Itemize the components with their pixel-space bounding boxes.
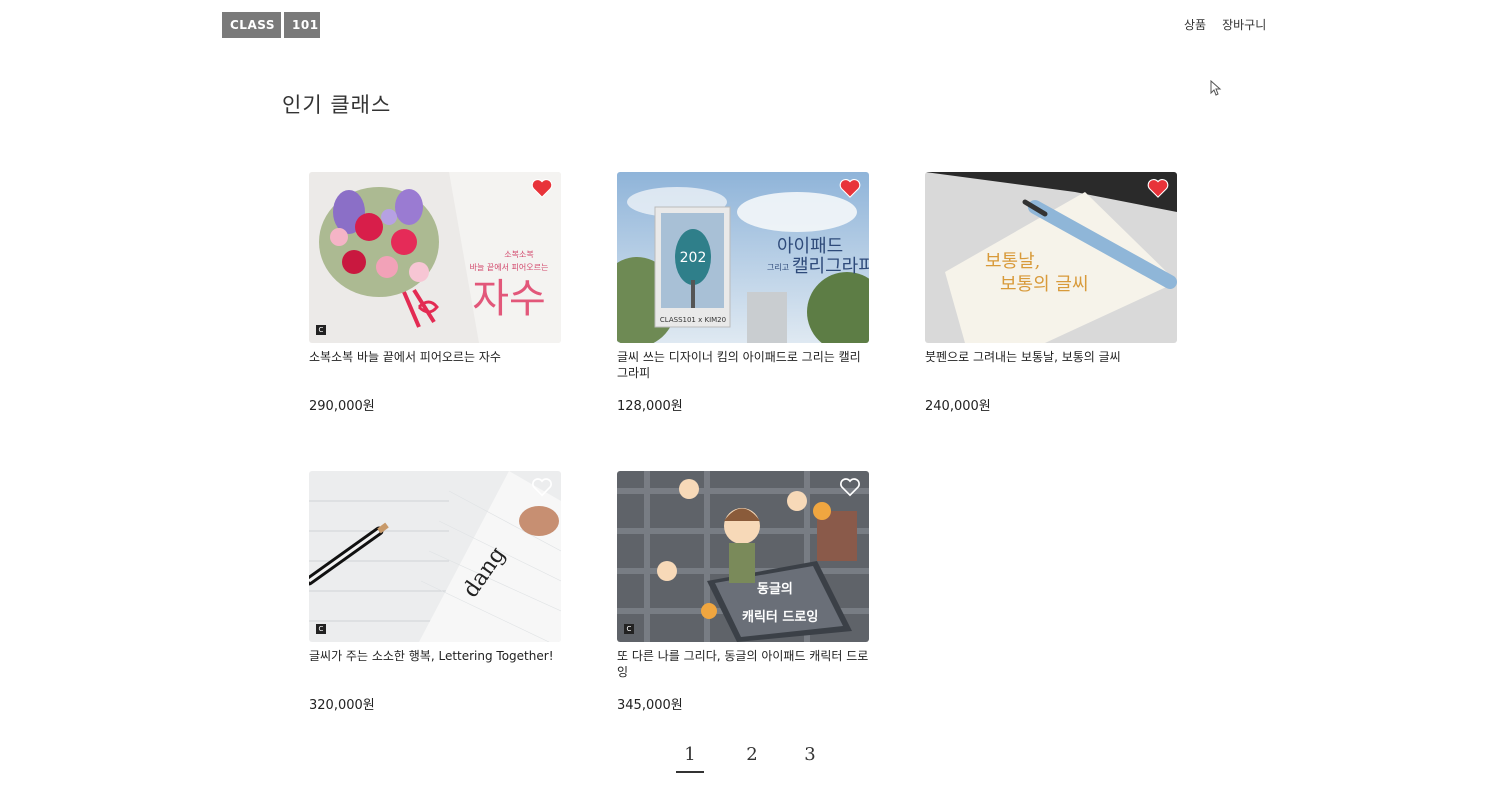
class-price: 240,000원: [925, 399, 991, 414]
ipad-calligraphy-image: 202 CLASS101 x KIM20 아이패드 그리고 캘리그라피: [617, 172, 869, 343]
svg-text:그리고: 그리고: [767, 263, 789, 272]
heart-filled-icon[interactable]: [531, 178, 553, 198]
brush-pen-image: 보통날, 보통의 글씨: [925, 172, 1177, 343]
class-card[interactable]: 동글의 캐릭터 드로잉 C 또 다른 나를 그리다, 동글의 아이패드 캐릭터 …: [617, 471, 869, 713]
class-title[interactable]: 또 다른 나를 그리다, 동글의 아이패드 캐릭터 드로잉: [617, 648, 869, 686]
svg-text:소복소복: 소복소복: [504, 250, 533, 259]
svg-text:아이패드: 아이패드: [777, 236, 843, 257]
character-drawing-image: 동글의 캐릭터 드로잉: [617, 471, 869, 642]
class-thumbnail[interactable]: 보통날, 보통의 글씨: [925, 172, 1177, 343]
mouse-cursor-icon: [1210, 80, 1222, 96]
class-thumbnail[interactable]: 202 CLASS101 x KIM20 아이패드 그리고 캘리그라피: [617, 172, 869, 343]
page-1-link[interactable]: 1: [676, 744, 704, 773]
nav-products-link[interactable]: 상품: [1184, 16, 1206, 33]
class-title[interactable]: 소복소복 바늘 끝에서 피어오르는 자수: [309, 349, 561, 387]
nav-cart-link[interactable]: 장바구니: [1222, 16, 1266, 33]
class-thumbnail[interactable]: 동글의 캐릭터 드로잉 C: [617, 471, 869, 642]
class-title[interactable]: 붓펜으로 그려내는 보통날, 보통의 글씨: [925, 349, 1177, 387]
class-card[interactable]: dang C 글씨가 주는 소소한 행복, Lettering Together…: [309, 471, 561, 713]
class-price: 345,000원: [617, 698, 683, 713]
svg-text:보통의 글씨: 보통의 글씨: [1000, 274, 1089, 295]
logo[interactable]: CLASS 101: [222, 12, 320, 38]
page-3-link[interactable]: 3: [800, 744, 820, 773]
embroidery-image: 소복소복 바늘 끝에서 피어오르는 자수: [309, 172, 561, 343]
heart-outline-icon[interactable]: [531, 477, 553, 497]
class101-badge-icon: C: [316, 325, 326, 335]
section-title: 인기 클래스: [282, 93, 392, 117]
svg-text:바늘 끝에서 피어오르는: 바늘 끝에서 피어오르는: [470, 262, 549, 272]
lettering-image: dang: [309, 471, 561, 642]
class-card[interactable]: 보통날, 보통의 글씨 붓펜으로 그려내는 보통날, 보통의 글씨 240,00…: [925, 172, 1177, 414]
svg-text:캘리그라피: 캘리그라피: [792, 256, 869, 277]
class-price: 128,000원: [617, 399, 683, 414]
class101-badge-icon: C: [316, 624, 326, 634]
class-thumbnail[interactable]: dang C: [309, 471, 561, 642]
class-price: 320,000원: [309, 698, 375, 713]
class-title[interactable]: 글씨 쓰는 디자이너 킴의 아이패드로 그리는 캘리그라피: [617, 349, 869, 387]
svg-text:보통날,: 보통날,: [985, 251, 1040, 272]
logo-class: CLASS: [222, 12, 281, 38]
svg-text:동글의: 동글의: [757, 581, 793, 597]
svg-text:캐릭터 드로잉: 캐릭터 드로잉: [742, 609, 818, 625]
heart-outline-icon[interactable]: [839, 477, 861, 497]
class-card[interactable]: 소복소복 바늘 끝에서 피어오르는 자수 C 소복소복 바늘 끝에서 피어오르는…: [309, 172, 561, 414]
logo-101: 101: [284, 12, 320, 38]
class-title[interactable]: 글씨가 주는 소소한 행복, Lettering Together!: [309, 648, 561, 686]
pagination: 1 2 3: [676, 744, 820, 773]
svg-text:CLASS101 x KIM20: CLASS101 x KIM20: [660, 316, 726, 324]
heart-filled-icon[interactable]: [839, 178, 861, 198]
class101-badge-icon: C: [624, 624, 634, 634]
svg-text:자수: 자수: [472, 276, 546, 322]
class-price: 290,000원: [309, 399, 375, 414]
page-2-link[interactable]: 2: [742, 744, 762, 773]
top-nav: 상품 장바구니: [1184, 16, 1266, 33]
heart-filled-icon[interactable]: [1147, 178, 1169, 198]
class-card[interactable]: 202 CLASS101 x KIM20 아이패드 그리고 캘리그라피 글씨 쓰…: [617, 172, 869, 414]
sign-202: 202: [680, 250, 707, 266]
class-thumbnail[interactable]: 소복소복 바늘 끝에서 피어오르는 자수 C: [309, 172, 561, 343]
